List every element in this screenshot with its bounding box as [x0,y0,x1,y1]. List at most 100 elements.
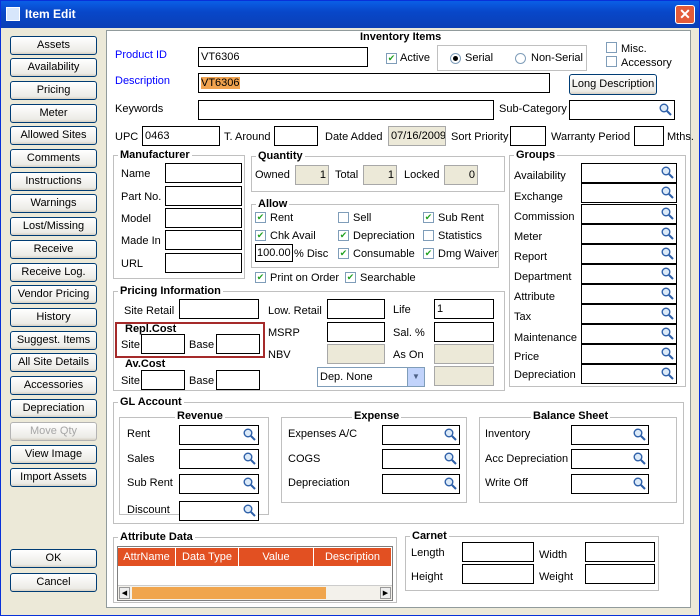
gl-acc-depreciation-field[interactable] [571,449,649,469]
depreciation-checkbox[interactable]: ✔ [338,230,349,241]
carnet-width-field[interactable] [585,542,655,562]
move-qty-button[interactable]: Move Qty [10,422,97,441]
av-site-field[interactable] [141,370,185,390]
upc-field[interactable]: 0463 [142,126,220,146]
assets-button[interactable]: Assets [10,36,97,55]
availability-button[interactable]: Availability [10,58,97,77]
pricing-button[interactable]: Pricing [10,81,97,100]
meter-button[interactable]: Meter [10,104,97,123]
gl-write-off-field[interactable] [571,474,649,494]
msrp-field[interactable] [327,322,385,342]
search-icon[interactable] [661,327,674,340]
attr-col-description[interactable]: Description [314,548,392,566]
serial-radio[interactable] [450,53,461,64]
disc-field[interactable]: 100.00 [255,244,293,262]
description-field[interactable]: VT6306 [198,73,550,93]
lost-missing-button[interactable]: Lost/Missing [10,217,97,236]
active-checkbox[interactable]: ✔ [386,53,397,64]
ok-button[interactable]: OK [10,549,97,568]
warranty-period-field[interactable] [634,126,664,146]
gl-sales-field[interactable] [179,449,259,469]
gl-sub-rent-field[interactable] [179,474,259,494]
group-commission-field[interactable] [581,204,677,224]
search-icon[interactable] [633,452,646,465]
comments-button[interactable]: Comments [10,149,97,168]
group-maintenance-field[interactable] [581,324,677,344]
search-icon[interactable] [661,307,674,320]
non-serial-radio[interactable] [515,53,526,64]
chk-avail-checkbox[interactable]: ✔ [255,230,266,241]
search-icon[interactable] [243,504,256,517]
import-assets-button[interactable]: Import Assets [10,468,97,487]
depreciation-button[interactable]: Depreciation [10,399,97,418]
salvage-field[interactable] [434,322,494,342]
search-icon[interactable] [661,367,674,380]
group-report-field[interactable] [581,244,677,264]
search-icon[interactable] [444,428,457,441]
long-description-button[interactable]: Long Description [569,74,657,95]
accessories-button[interactable]: Accessories [10,376,97,395]
allowed-sites-button[interactable]: Allowed Sites [10,126,97,145]
search-icon[interactable] [661,227,674,240]
search-icon[interactable] [661,186,674,199]
group-availability-field[interactable] [581,163,677,183]
gl-depreciation-field[interactable] [382,474,460,494]
repl-site-field[interactable] [141,334,185,354]
gl-discount-field[interactable] [179,501,259,521]
accessory-checkbox[interactable] [606,56,617,67]
search-icon[interactable] [633,428,646,441]
scroll-left-icon[interactable]: ◀ [119,587,130,599]
search-icon[interactable] [661,267,674,280]
chevron-down-icon[interactable]: ▼ [407,368,424,386]
close-icon[interactable]: ✕ [675,5,695,24]
life-field[interactable]: 1 [434,299,494,319]
gl-cogs-field[interactable] [382,449,460,469]
receive-button[interactable]: Receive [10,240,97,259]
group-depreciation-field[interactable] [581,364,677,384]
mfr-made-in-field[interactable] [165,230,242,250]
attr-col-attrname[interactable]: AttrName [118,548,176,566]
subcategory-field[interactable] [569,100,675,120]
warnings-button[interactable]: Warnings [10,194,97,213]
cancel-button[interactable]: Cancel [10,573,97,592]
statistics-checkbox[interactable] [423,230,434,241]
print-on-order-checkbox[interactable]: ✔ [255,272,266,283]
scroll-thumb[interactable] [132,587,326,599]
search-icon[interactable] [661,347,674,360]
sub-rent-checkbox[interactable]: ✔ [423,212,434,223]
suggest-items-button[interactable]: Suggest. Items [10,331,97,350]
search-icon[interactable] [633,477,646,490]
search-icon[interactable] [661,207,674,220]
all-site-details-button[interactable]: All Site Details [10,353,97,372]
mfr-name-field[interactable] [165,163,242,183]
group-department-field[interactable] [581,264,677,284]
consumable-checkbox[interactable]: ✔ [338,248,349,259]
search-icon[interactable] [444,477,457,490]
history-button[interactable]: History [10,308,97,327]
search-icon[interactable] [659,103,672,116]
search-icon[interactable] [243,452,256,465]
attr-col-data-type[interactable]: Data Type [176,548,239,566]
search-icon[interactable] [444,452,457,465]
group-price-field[interactable] [581,344,677,364]
sell-checkbox[interactable] [338,212,349,223]
low-retail-field[interactable] [327,299,385,319]
group-meter-field[interactable] [581,224,677,244]
site-retail-field[interactable] [179,299,259,319]
gl-inventory-field[interactable] [571,425,649,445]
receive-log-button[interactable]: Receive Log. [10,263,97,282]
carnet-height-field[interactable] [462,564,534,584]
attr-col-value[interactable]: Value [239,548,314,566]
vendor-pricing-button[interactable]: Vendor Pricing [10,285,97,304]
group-attribute-field[interactable] [581,284,677,304]
misc-checkbox[interactable] [606,42,617,53]
instructions-button[interactable]: Instructions [10,172,97,191]
view-image-button[interactable]: View Image [10,445,97,464]
mfr-url-field[interactable] [165,253,242,273]
search-icon[interactable] [661,166,674,179]
group-tax-field[interactable] [581,304,677,324]
dmg-waiver-checkbox[interactable]: ✔ [423,248,434,259]
search-icon[interactable] [661,247,674,260]
mfr-model-field[interactable] [165,208,242,228]
repl-base-field[interactable] [216,334,260,354]
